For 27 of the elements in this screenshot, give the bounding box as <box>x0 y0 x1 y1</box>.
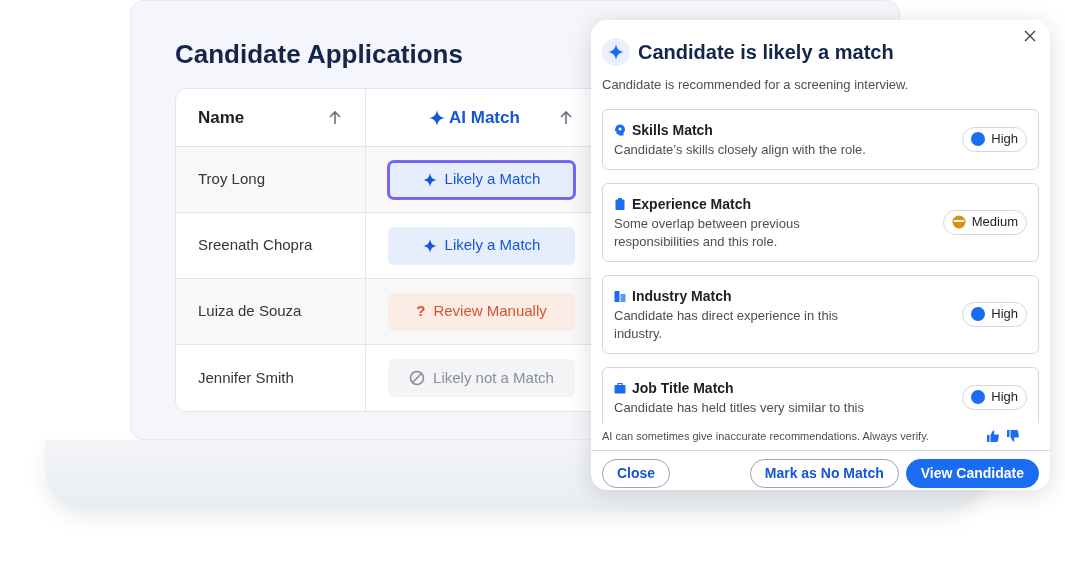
candidate-name: Luiza de Souza <box>198 301 302 322</box>
candidate-name: Sreenath Chopra <box>198 235 313 256</box>
primary-button[interactable]: View Candidate <box>905 458 1039 488</box>
candidate-name: Jennifer Smith <box>198 367 294 388</box>
outline-button[interactable]: Close <box>602 458 671 488</box>
criterion-description: Candidate has direct experience in this industry. <box>614 306 840 343</box>
match-badge[interactable]: Likely a Match <box>388 226 575 265</box>
no-match-badge[interactable]: Likely not a Match <box>388 359 575 397</box>
column-label: AI Match <box>449 106 520 129</box>
disclaimer-text: AI can sometimes give inaccurate recommendations. Always verify. <box>602 428 929 444</box>
question-icon: ? <box>416 300 426 323</box>
criterion-title: Job Title Match <box>632 378 734 398</box>
criterion-description: Some overlap between previous responsibilities and this role. <box>614 214 801 251</box>
match-badge[interactable]: Likely a Match <box>388 160 575 199</box>
criterion-title: Skills Match <box>632 120 713 140</box>
popup-title: Candidate is likely a match <box>638 40 894 65</box>
criterion-title: Experience Match <box>632 194 752 214</box>
column-header[interactable]: Name <box>176 89 366 146</box>
outline-button[interactable]: Mark as No Match <box>749 458 899 488</box>
column-label: Name <box>198 106 245 129</box>
criterion-description: Candidate has held titles very similar to this <box>614 398 864 417</box>
criterion-description: Candidate’s skills closely align with the role. <box>614 140 866 159</box>
review-badge[interactable]: ? Review Manually <box>388 292 575 331</box>
popup-subtitle: Candidate is recommended for a screening interview. <box>601 76 910 94</box>
candidate-name: Troy Long <box>198 169 265 190</box>
page-title: Candidate Applications <box>175 38 463 71</box>
criterion-title: Industry Match <box>632 286 732 306</box>
